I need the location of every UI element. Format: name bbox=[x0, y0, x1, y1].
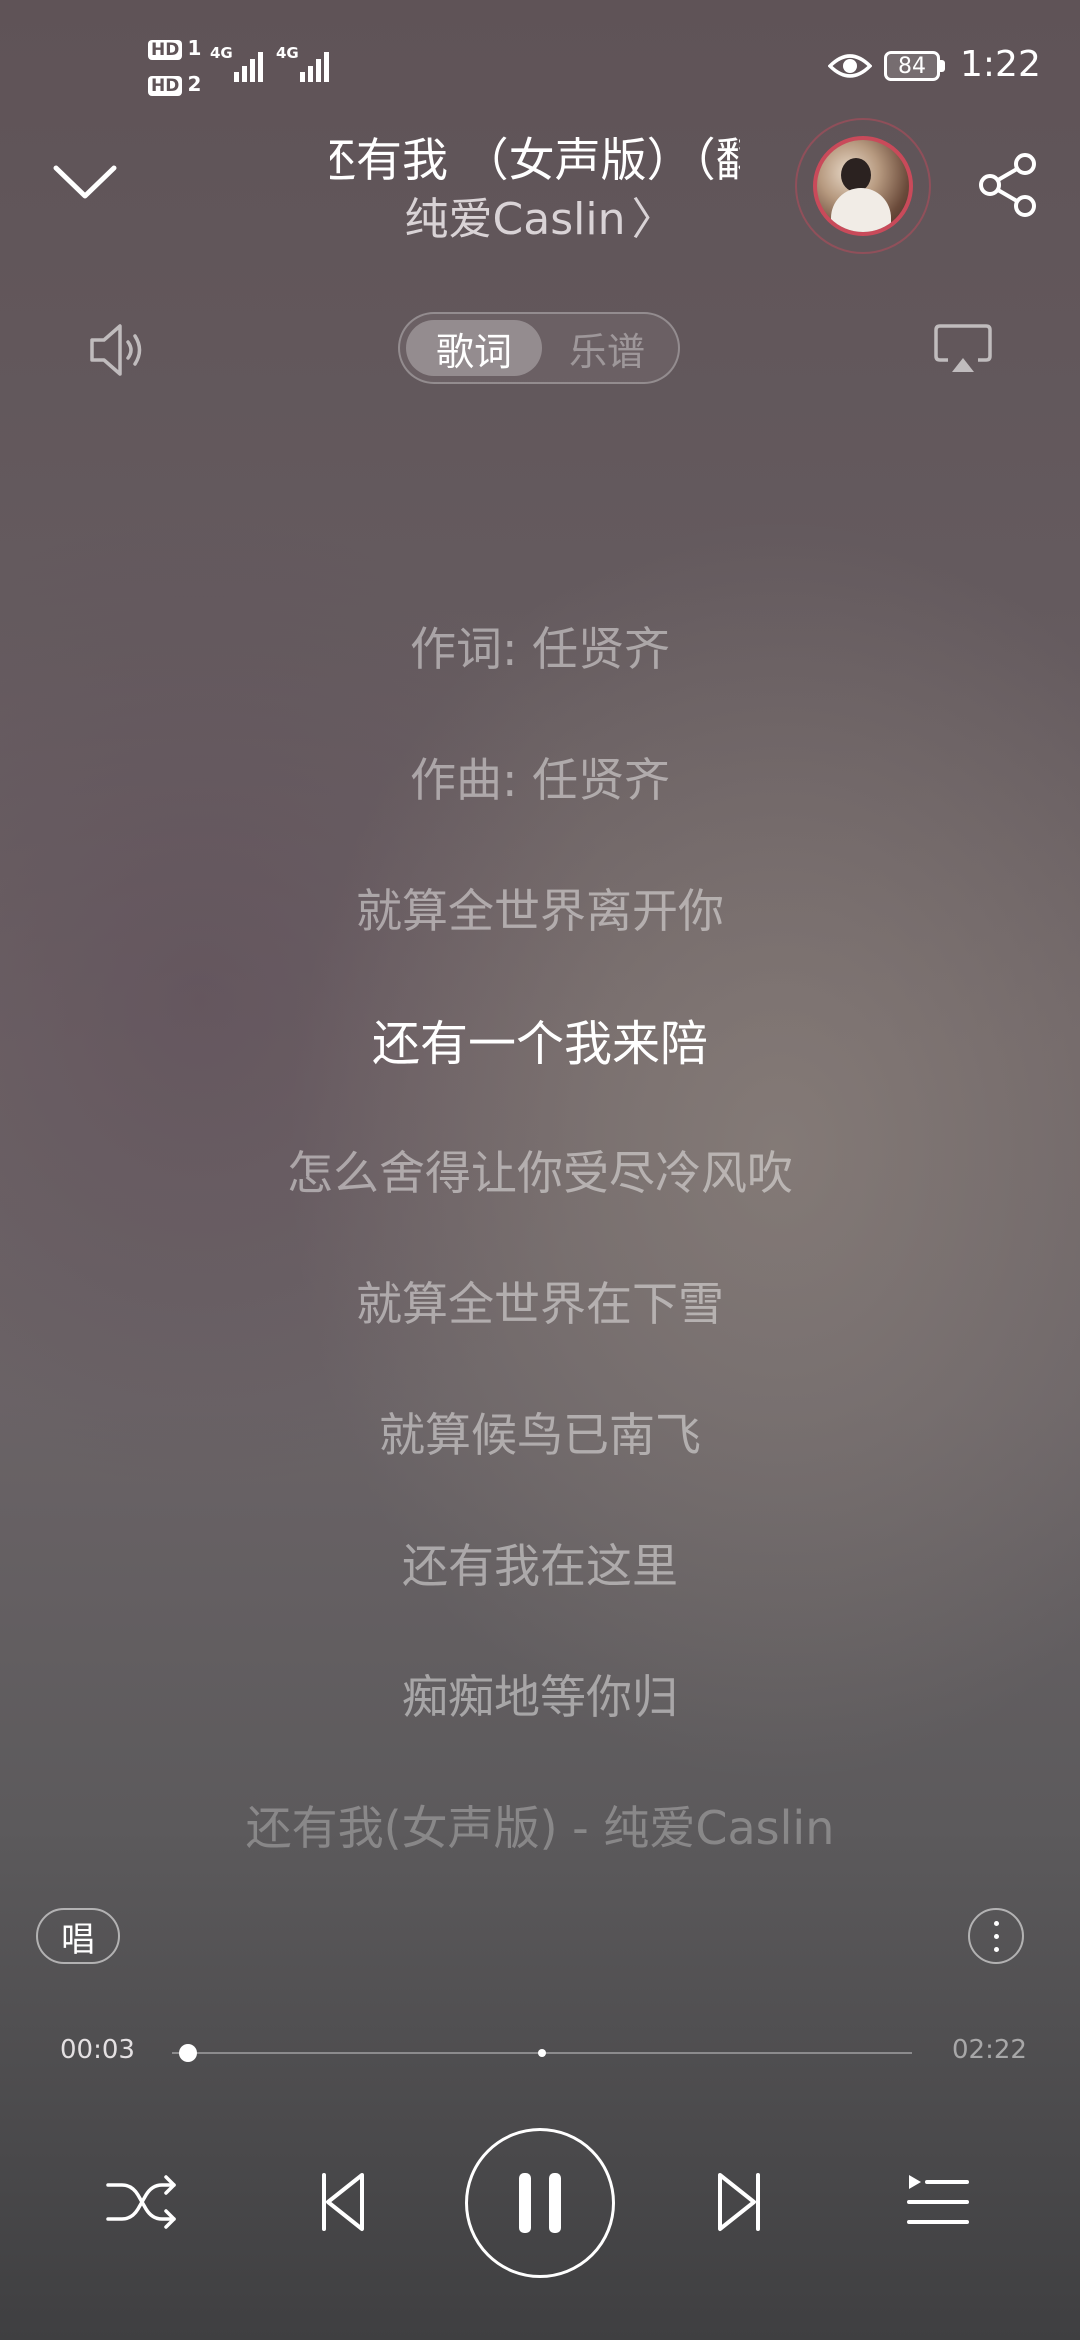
avatar-figure-body bbox=[831, 188, 891, 232]
signal-bars-icon bbox=[234, 52, 263, 82]
previous-icon bbox=[322, 2173, 364, 2231]
sim-number: 2 bbox=[187, 72, 202, 96]
lyric-line[interactable]: 还有我(女声版) - 纯爱Caslin bbox=[0, 1759, 1080, 1890]
clock: 1:22 bbox=[960, 44, 1041, 85]
sim-number: 1 bbox=[187, 36, 202, 60]
song-title: 还有我 （女声版）（翻 bbox=[330, 130, 740, 190]
playlist-icon bbox=[907, 2175, 969, 2224]
sim2-indicator: HD 2 bbox=[148, 72, 201, 96]
playlist-button[interactable] bbox=[898, 2162, 978, 2242]
previous-button[interactable] bbox=[302, 2162, 382, 2242]
cast-icon[interactable] bbox=[932, 320, 994, 376]
lyrics-list: 作词: 任贤齐 作曲: 任贤齐 就算全世界离开你 还有一个我来陪 怎么舍得让你受尽冷风吹… bbox=[0, 580, 1080, 1890]
shuffle-icon bbox=[106, 2175, 176, 2229]
eye-icon bbox=[828, 54, 872, 78]
pause-icon bbox=[519, 2173, 561, 2233]
signal-bars-icon bbox=[300, 52, 329, 82]
lyric-line[interactable]: 作词: 任贤齐 bbox=[0, 580, 1080, 711]
song-title-text: 还有我 （女声版）（翻 bbox=[330, 133, 740, 187]
progress-marker bbox=[538, 2049, 546, 2057]
lyric-line[interactable]: 就算候鸟已南飞 bbox=[0, 1366, 1080, 1497]
hd-badge: HD bbox=[148, 40, 183, 60]
more-vertical-icon[interactable] bbox=[968, 1908, 1024, 1964]
battery-tip bbox=[940, 60, 945, 72]
current-time: 00:03 bbox=[60, 2035, 135, 2065]
lyric-line-current[interactable]: 还有一个我来陪 bbox=[0, 973, 1080, 1104]
tab-lyrics[interactable]: 歌词 bbox=[406, 320, 542, 376]
sing-button[interactable]: 唱 bbox=[36, 1908, 120, 1964]
shuffle-button[interactable] bbox=[102, 2162, 182, 2242]
lyric-line[interactable]: 作曲: 任贤齐 bbox=[0, 711, 1080, 842]
progress-thumb[interactable] bbox=[178, 2044, 197, 2062]
next-icon bbox=[718, 2173, 760, 2231]
status-bar: HD 1 HD 2 4G 4G 84 1:22 bbox=[0, 0, 1080, 130]
total-time: 02:22 bbox=[952, 2035, 1027, 2065]
lyric-line[interactable]: 就算全世界离开你 bbox=[0, 842, 1080, 973]
artist-name: 纯爱Caslin bbox=[404, 194, 626, 245]
tab-score[interactable]: 乐谱 bbox=[542, 320, 672, 376]
lyric-line[interactable]: 痴痴地等你归 bbox=[0, 1628, 1080, 1759]
hd-badge: HD bbox=[148, 76, 183, 96]
chevron-right-icon: 〉 bbox=[631, 194, 676, 245]
battery-indicator: 84 bbox=[884, 51, 945, 81]
share-icon[interactable] bbox=[976, 152, 1042, 218]
pause-button[interactable] bbox=[465, 2128, 615, 2278]
lyric-line[interactable]: 还有我在这里 bbox=[0, 1497, 1080, 1628]
album-art-avatar[interactable] bbox=[813, 136, 913, 236]
volume-icon[interactable] bbox=[86, 320, 150, 380]
avatar-figure bbox=[841, 158, 871, 192]
next-button[interactable] bbox=[700, 2162, 780, 2242]
sim1-indicator: HD 1 bbox=[148, 36, 201, 60]
battery-level: 84 bbox=[884, 51, 940, 81]
lyrics-score-toggle: 歌词 乐谱 bbox=[398, 312, 680, 384]
lyric-line[interactable]: 就算全世界在下雪 bbox=[0, 1235, 1080, 1366]
lyric-line[interactable]: 怎么舍得让你受尽冷风吹 bbox=[0, 1104, 1080, 1235]
